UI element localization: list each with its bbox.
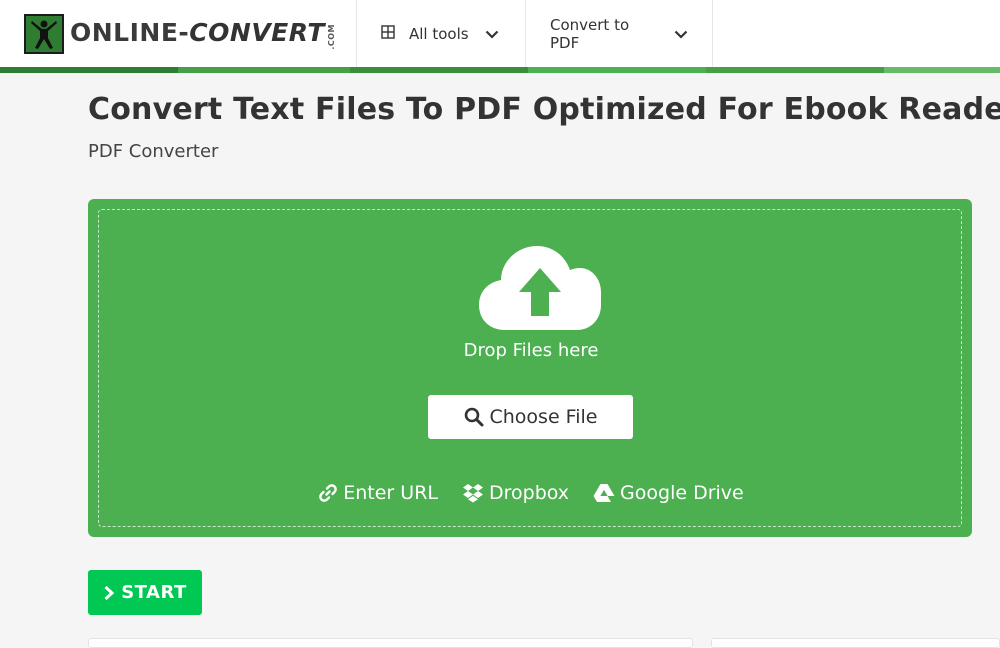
start-label: START xyxy=(121,582,187,603)
google-drive-label: Google Drive xyxy=(620,482,744,504)
dropbox-label: Dropbox xyxy=(488,482,570,504)
grid-icon xyxy=(381,24,395,43)
nav-convert-to-pdf-label: Convert to PDF xyxy=(550,15,630,52)
side-panel xyxy=(711,638,1000,648)
enter-url-label: Enter URL xyxy=(343,482,438,504)
search-icon xyxy=(464,407,483,427)
cloud-upload-icon xyxy=(477,242,603,336)
link-icon xyxy=(319,484,338,502)
logo-wordmark: ONLINE- CONVERT .COM xyxy=(70,18,336,50)
header-color-stripe xyxy=(0,67,1000,73)
drop-files-label: Drop Files here xyxy=(463,340,599,361)
site-logo[interactable]: ONLINE- CONVERT .COM xyxy=(0,0,357,67)
options-panel xyxy=(88,638,693,648)
dropzone-dashed-border: Drop Files here Choose File Enter URL Dr… xyxy=(98,209,962,527)
upload-sources: Enter URL Dropbox Google Drive xyxy=(99,482,963,504)
chevron-down-icon xyxy=(674,25,688,43)
chevron-down-icon xyxy=(485,25,499,43)
nav-convert-to-pdf[interactable]: Convert to PDF xyxy=(526,0,713,67)
logo-figure-icon xyxy=(24,13,64,54)
logo-accent-text: CONVERT xyxy=(189,17,325,47)
dropbox-icon xyxy=(462,484,483,503)
dropbox-link[interactable]: Dropbox xyxy=(462,482,569,504)
choose-file-button[interactable]: Choose File xyxy=(428,395,633,439)
chevron-right-icon xyxy=(104,585,115,600)
page-title: Convert Text Files To PDF Optimized For … xyxy=(88,92,1000,127)
file-dropzone[interactable]: Drop Files here Choose File Enter URL Dr… xyxy=(88,199,972,537)
enter-url-link[interactable]: Enter URL xyxy=(318,482,438,504)
google-drive-icon xyxy=(593,484,615,502)
page-subtitle: PDF Converter xyxy=(88,141,219,162)
google-drive-link[interactable]: Google Drive xyxy=(593,482,744,504)
nav-all-tools[interactable]: All tools xyxy=(357,0,526,67)
start-button[interactable]: START xyxy=(88,570,202,615)
logo-main-text: ONLINE- xyxy=(70,17,190,47)
choose-file-label: Choose File xyxy=(489,406,598,428)
logo-com-text: .COM xyxy=(326,23,336,50)
site-header: ONLINE- CONVERT .COM All tools Convert to … xyxy=(0,0,1000,67)
nav-all-tools-label: All tools xyxy=(409,24,469,43)
